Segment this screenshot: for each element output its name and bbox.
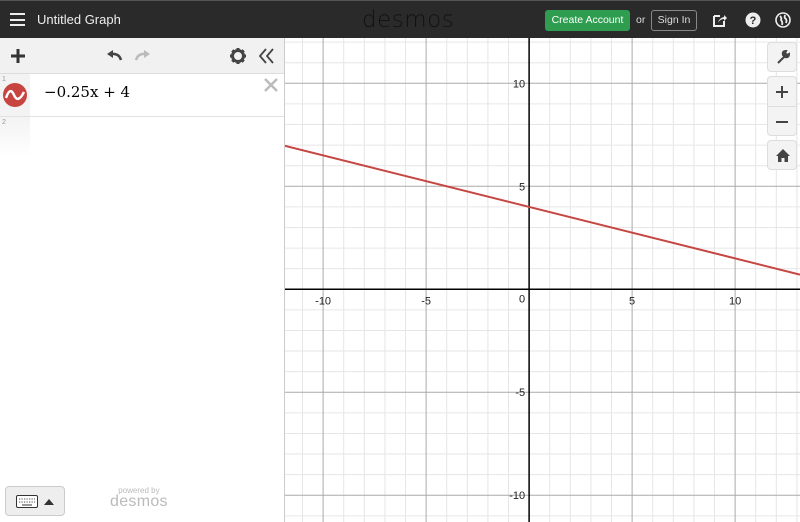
desmos-logo: desmos — [362, 7, 455, 33]
home-icon — [776, 149, 790, 162]
share-icon[interactable] — [712, 12, 728, 28]
wrench-icon — [777, 49, 791, 64]
menu-icon[interactable] — [10, 13, 25, 26]
graph-wave-icon[interactable] — [3, 83, 27, 107]
default-viewport-button[interactable] — [767, 140, 797, 170]
x-tick-label: -5 — [421, 295, 431, 307]
y-tick-label: 10 — [513, 78, 525, 90]
settings-gear-icon[interactable] — [228, 46, 248, 66]
graph-svg[interactable]: -10 -5 0 5 10 10 5 -5 -10 — [285, 38, 800, 522]
keyboard-toggle-button[interactable] — [5, 486, 65, 516]
y-tick-label: -10 — [509, 490, 525, 502]
graph-canvas[interactable]: -10 -5 0 5 10 10 5 -5 -10 — [285, 38, 800, 522]
function-curve — [285, 144, 800, 276]
zoom-in-icon — [776, 86, 788, 98]
y-tick-label: -5 — [515, 387, 525, 399]
x-tick-label: 5 — [629, 295, 635, 307]
expression-row[interactable]: 1 −0.25x + 4 — [0, 74, 284, 117]
x-tick-label: 10 — [729, 295, 741, 307]
undo-icon[interactable] — [105, 46, 125, 66]
caret-up-icon — [44, 499, 54, 505]
expression-gutter: 1 — [0, 74, 30, 116]
expression-toolbar — [0, 38, 284, 74]
sign-in-button[interactable]: Sign In — [651, 10, 697, 31]
x-tick-label: 0 — [519, 293, 525, 305]
expression-gutter: 2 — [0, 117, 30, 157]
zoom-out-icon — [776, 121, 788, 123]
keyboard-icon — [16, 495, 38, 508]
y-tick-label: 5 — [519, 181, 525, 193]
expression-input[interactable]: −0.25x + 4 — [44, 83, 130, 101]
powered-by-brand: desmos — [110, 493, 168, 510]
graph-title[interactable]: Untitled Graph — [37, 12, 121, 27]
create-account-button[interactable]: Create Account — [545, 10, 630, 31]
zoom-out-button[interactable] — [768, 107, 796, 136]
delete-expression-icon[interactable] — [262, 76, 280, 94]
powered-by-desmos: powered by desmos — [110, 486, 168, 511]
redo-icon[interactable] — [132, 46, 152, 66]
expression-index: 2 — [2, 119, 6, 126]
top-bar: Untitled Graph desmos Create Account or … — [0, 0, 800, 38]
language-globe-icon[interactable] — [775, 12, 791, 28]
zoom-in-button[interactable] — [768, 77, 796, 107]
expression-row-empty[interactable]: 2 — [0, 117, 284, 157]
add-icon[interactable] — [8, 46, 28, 66]
or-label: or — [636, 14, 646, 26]
zoom-controls — [767, 76, 797, 136]
help-icon[interactable]: ? — [745, 12, 761, 28]
collapse-panel-icon[interactable] — [257, 46, 277, 66]
expression-panel: 1 −0.25x + 4 2 powered by desmos — [0, 38, 285, 522]
x-tick-label: -10 — [315, 295, 331, 307]
expression-index: 1 — [2, 76, 6, 83]
svg-text:?: ? — [750, 15, 757, 27]
graph-settings-button[interactable] — [767, 42, 797, 72]
